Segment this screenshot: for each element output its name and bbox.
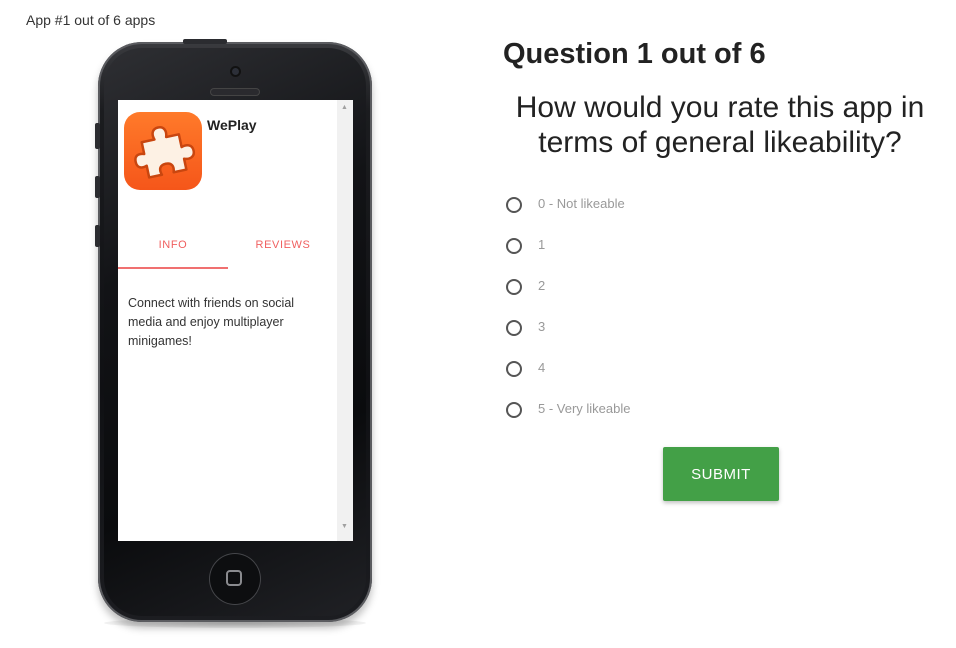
phone-power-button <box>183 39 227 44</box>
tab-active-indicator <box>118 267 228 269</box>
phone-mute-switch <box>95 123 100 149</box>
radio-button[interactable] <box>506 238 522 254</box>
rating-option-label: 1 <box>538 237 546 252</box>
phone-screen[interactable]: WePlay INFO REVIEWS Connect with friends… <box>118 100 353 541</box>
app-name: WePlay <box>207 117 257 133</box>
phone-volume-up <box>95 176 100 198</box>
rating-option-3[interactable]: 3 <box>506 318 631 359</box>
phone-home-button <box>209 553 261 605</box>
scroll-down-arrow-icon[interactable]: ▼ <box>341 523 348 531</box>
rating-option-label: 4 <box>538 360 546 375</box>
tab-info[interactable]: INFO <box>118 239 228 251</box>
puzzle-piece-icon <box>124 112 202 190</box>
rating-option-label: 3 <box>538 319 546 334</box>
rating-option-5[interactable]: 5 - Very likeable <box>506 400 631 441</box>
phone-speaker <box>210 88 260 96</box>
app-description: Connect with friends on social media and… <box>128 296 295 348</box>
phone-volume-down <box>95 225 100 247</box>
rating-option-label: 2 <box>538 278 546 293</box>
screen-scrollbar[interactable]: ▲ ▼ <box>337 100 353 541</box>
home-square-icon <box>226 570 242 586</box>
tab-reviews[interactable]: REVIEWS <box>228 239 338 251</box>
scroll-up-arrow-icon[interactable]: ▲ <box>341 104 348 112</box>
rating-option-4[interactable]: 4 <box>506 359 631 400</box>
radio-button[interactable] <box>506 279 522 295</box>
rating-option-2[interactable]: 2 <box>506 277 631 318</box>
app-counter: App #1 out of 6 apps <box>26 12 156 28</box>
rating-option-0[interactable]: 0 - Not likeable <box>506 195 631 236</box>
radio-button[interactable] <box>506 320 522 336</box>
rating-options: 0 - Not likeable 1 2 3 4 5 - Very likeab… <box>506 195 631 441</box>
radio-button[interactable] <box>506 197 522 213</box>
radio-button[interactable] <box>506 361 522 377</box>
radio-button[interactable] <box>506 402 522 418</box>
phone-camera <box>230 66 241 77</box>
rating-option-1[interactable]: 1 <box>506 236 631 277</box>
question-text: How would you rate this app in terms of … <box>515 91 925 159</box>
question-title: Question 1 out of 6 <box>503 38 766 70</box>
rating-option-label: 0 - Not likeable <box>538 196 625 211</box>
submit-button[interactable]: SUBMIT <box>663 447 779 501</box>
rating-option-label: 5 - Very likeable <box>538 401 631 416</box>
